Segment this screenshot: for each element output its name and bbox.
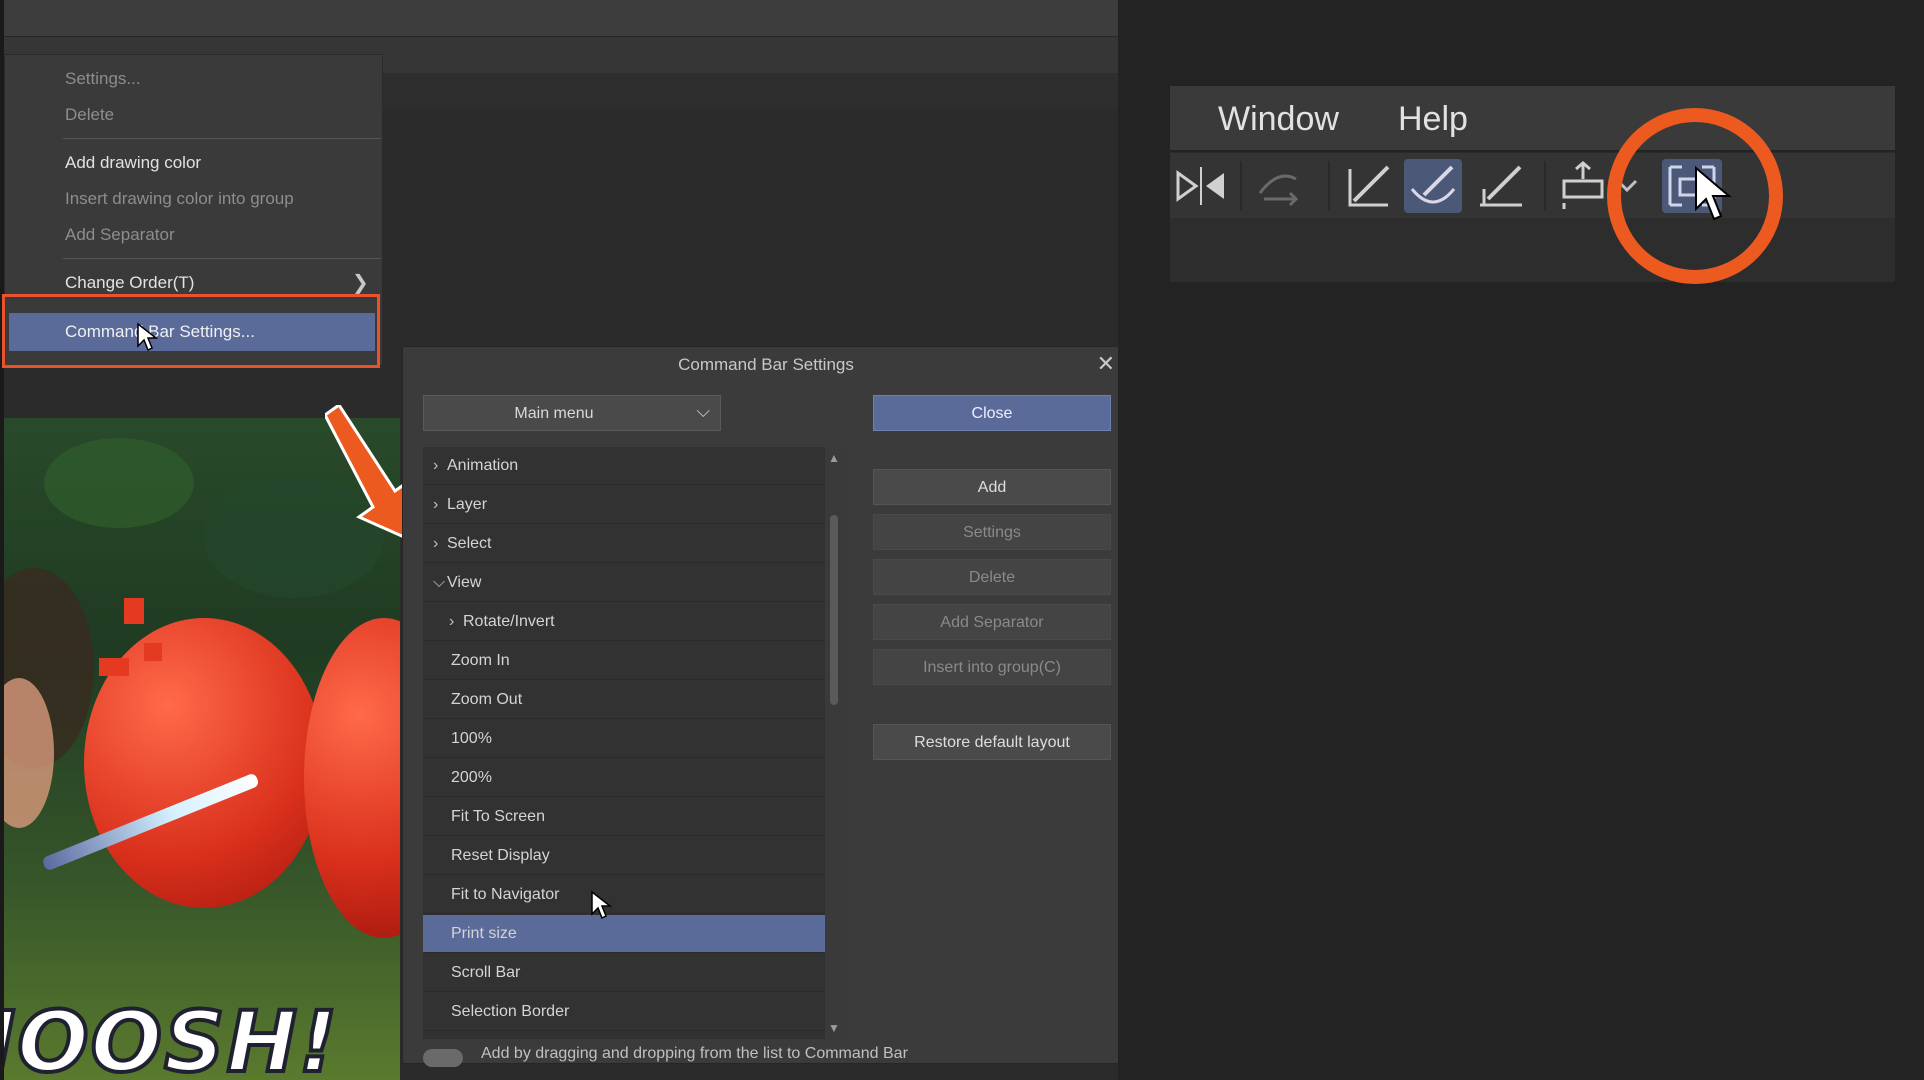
command-bar <box>1170 152 1895 219</box>
list-item-label: Rotate/Invert <box>463 613 555 630</box>
list-item-label: Fit To Screen <box>451 808 545 825</box>
add-button[interactable]: Add <box>873 469 1111 505</box>
list-item-label: Animation <box>447 457 519 474</box>
menu-item-insert-color-group[interactable]: Insert drawing color into group <box>65 189 294 209</box>
chevron-right-icon[interactable]: › <box>433 496 438 514</box>
list-item[interactable]: ⌵ View <box>423 564 837 602</box>
list-item[interactable]: 200% <box>423 759 837 797</box>
close-button[interactable]: Close <box>873 395 1111 431</box>
list-item-label: 200% <box>451 769 492 786</box>
list-item[interactable]: Print size <box>423 915 837 953</box>
pen-line-icon[interactable] <box>1340 159 1398 213</box>
menu-item-settings[interactable]: Settings... <box>65 69 141 89</box>
list-item[interactable]: Selection Border <box>423 993 837 1031</box>
cursor-icon <box>137 322 158 352</box>
command-bar-settings-dialog: Command Bar Settings ✕ Main menu ⌵ › Anim… <box>402 346 1130 1067</box>
list-item[interactable]: › Rotate/Invert <box>423 603 837 641</box>
foliage <box>44 438 194 528</box>
brush-active-icon[interactable] <box>1404 159 1462 213</box>
highlight-frame <box>2 294 380 368</box>
list-item-label: Reset Display <box>451 847 550 864</box>
chevron-right-icon[interactable]: › <box>433 535 438 553</box>
dialog-title: Command Bar Settings <box>678 355 854 374</box>
menu-item-change-order[interactable]: Change Order(T) <box>65 273 194 293</box>
scrollbar[interactable]: ▲ ▼ <box>825 447 843 1039</box>
menu-help[interactable]: Help <box>1398 100 1468 139</box>
chevron-down-icon: ⌵ <box>696 401 710 421</box>
transform-icon[interactable] <box>1554 159 1612 213</box>
app-title-bar <box>4 0 1118 37</box>
chevron-right-icon: ❯ <box>352 272 369 294</box>
chevron-right-icon[interactable]: › <box>433 457 438 475</box>
flip-horizontal-icon[interactable] <box>1172 159 1230 213</box>
list-item[interactable]: Fit To Screen <box>423 798 837 836</box>
tomato-chunk <box>144 643 162 661</box>
list-item[interactable]: Reset Display <box>423 837 837 875</box>
list-item[interactable]: › Select <box>423 525 837 563</box>
list-item-label: Select <box>447 535 492 552</box>
list-item-label: Selection Border <box>451 1003 570 1020</box>
add-separator-button[interactable]: Add Separator <box>873 604 1111 640</box>
hint-toggle[interactable] <box>423 1049 463 1067</box>
list-item[interactable]: › Layer <box>423 486 837 524</box>
menu-item-add-separator[interactable]: Add Separator <box>65 225 175 245</box>
toolbar-separator <box>1328 161 1330 211</box>
ruler-pen-icon[interactable] <box>1472 159 1530 213</box>
list-item[interactable]: Zoom In <box>423 642 837 680</box>
list-item[interactable]: Fit to Navigator <box>423 876 837 914</box>
menu-type-select[interactable]: Main menu ⌵ <box>423 395 721 431</box>
toolbar-separator <box>1240 161 1242 211</box>
toolbar-lower-area <box>1170 218 1895 282</box>
list-item-label: Fit to Navigator <box>451 886 560 903</box>
artwork-caption: JOOSH! <box>4 991 340 1080</box>
list-item[interactable]: › Animation <box>423 447 837 485</box>
cursor-icon <box>1695 165 1732 221</box>
settings-button[interactable]: Settings <box>873 514 1111 550</box>
tomato-chunk <box>124 598 144 624</box>
close-icon[interactable]: ✕ <box>1097 351 1115 377</box>
restore-default-layout-button[interactable]: Restore default layout <box>873 724 1111 760</box>
list-item-label: Print size <box>451 925 517 942</box>
hint-text: Add by dragging and dropping from the li… <box>481 1045 908 1062</box>
menu-item-delete[interactable]: Delete <box>65 105 114 125</box>
scroll-down-icon[interactable]: ▼ <box>825 1021 843 1035</box>
menu-separator <box>63 138 381 139</box>
tomato-half <box>304 618 400 938</box>
list-item-label: Layer <box>447 496 488 513</box>
swap-color-icon[interactable] <box>1250 159 1308 213</box>
scrollbar-thumb[interactable] <box>830 515 838 705</box>
tomato-chunk <box>99 658 129 676</box>
app-toolbar <box>380 73 1118 109</box>
insert-into-group-button[interactable]: Insert into group(C) <box>873 649 1111 685</box>
list-item-label: Zoom In <box>451 652 510 669</box>
chevron-right-icon[interactable]: › <box>449 613 454 631</box>
menu-window[interactable]: Window <box>1218 100 1339 139</box>
toolbar-separator <box>1544 161 1546 211</box>
list-item-label: Zoom Out <box>451 691 523 708</box>
command-list: › Animation › Layer › Select ⌵ View › Rotate/Inve… <box>423 447 843 1039</box>
menu-item-add-drawing-color[interactable]: Add drawing color <box>65 153 201 173</box>
cursor-icon <box>591 890 612 920</box>
list-item[interactable]: 100% <box>423 720 837 758</box>
zoomed-menubar: Window Help <box>1170 86 1895 150</box>
scroll-up-icon[interactable]: ▲ <box>825 451 843 465</box>
list-item-label: View <box>447 574 482 591</box>
list-item-label: 100% <box>451 730 492 747</box>
list-item-label: Scroll Bar <box>451 964 521 981</box>
select-value: Main menu <box>514 405 594 422</box>
menu-separator <box>63 258 381 259</box>
delete-button[interactable]: Delete <box>873 559 1111 595</box>
list-item[interactable]: Scroll Bar <box>423 954 837 992</box>
chevron-down-icon[interactable]: ⌵ <box>433 574 445 592</box>
list-item[interactable]: Zoom Out <box>423 681 837 719</box>
